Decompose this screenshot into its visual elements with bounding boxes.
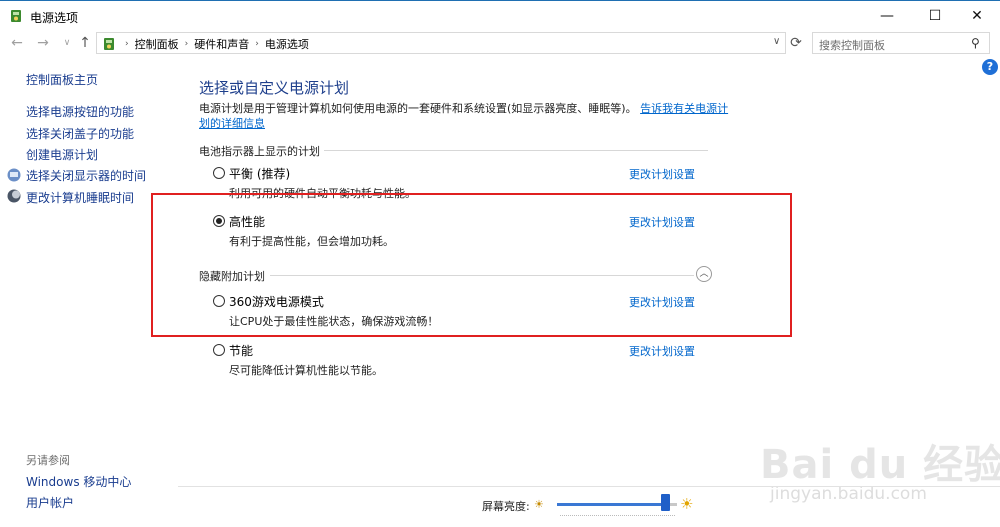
back-button[interactable]: ← (8, 33, 26, 53)
breadcrumb-separator-icon[interactable]: › (255, 39, 259, 49)
arrow-right-icon: → (37, 35, 49, 51)
brightness-slider-fill (557, 503, 665, 506)
window-title: 电源选项 (30, 11, 79, 25)
see-also-title: 另请参阅 (26, 454, 70, 467)
close-button[interactable]: ✕ (954, 1, 1000, 30)
sidebar-item-display-off[interactable]: 选择关闭显示器的时间 (26, 167, 146, 184)
watermark-logo: Bai du 经验 (760, 442, 1000, 488)
page-title: 选择或自定义电源计划 (199, 79, 350, 97)
plan-power-saver-desc: 尽可能降低计算机性能以节能。 (229, 364, 383, 377)
breadcrumb: › 控制面板 › 硬件和声音 › 电源选项 (119, 36, 309, 52)
recent-locations-button[interactable]: ∨ (58, 33, 76, 53)
maximize-button[interactable]: ☐ (912, 1, 958, 30)
up-button[interactable]: ↑ (76, 33, 94, 53)
navigation-bar: ← → ∨ ↑ › 控制面板 › 硬件和声音 › 电源选项 ∨ ⟳ 搜索控制面板… (0, 30, 1000, 56)
brightness-slider-thumb[interactable] (661, 494, 670, 511)
plan-power-saver-name[interactable]: 节能 (229, 342, 253, 359)
plan-power-saver-settings-link[interactable]: 更改计划设置 (629, 343, 695, 359)
brightness-slider[interactable] (557, 503, 677, 506)
address-dropdown-icon[interactable]: ∨ (773, 36, 780, 47)
help-icon: ? (986, 60, 994, 73)
breadcrumb-separator-icon: › (125, 39, 129, 49)
search-input[interactable]: 搜索控制面板 ⚲ (812, 32, 990, 54)
forward-button[interactable]: → (34, 33, 52, 53)
sidebar-item-mobility-center[interactable]: Windows 移动中心 (26, 473, 131, 490)
brightness-label: 屏幕亮度: (482, 500, 530, 513)
chevron-down-icon: ∨ (63, 38, 71, 48)
watermark-url: jingyan.baidu.com (770, 484, 927, 504)
sidebar-home-link[interactable]: 控制面板主页 (26, 71, 98, 88)
search-placeholder: 搜索控制面板 (819, 39, 885, 52)
maximize-icon: ☐ (928, 7, 942, 24)
brightness-high-icon: ☀ (680, 495, 694, 513)
sidebar-item-create-plan[interactable]: 创建电源计划 (26, 146, 98, 163)
description-text: 电源计划是用于管理计算机如何使用电源的一套硬件和系统设置(如显示器亮度、睡眠等)… (199, 102, 637, 115)
breadcrumb-power-options[interactable]: 电源选项 (265, 36, 309, 52)
plan-power-saver-radio[interactable] (213, 344, 225, 356)
refresh-button[interactable]: ⟳ (788, 34, 804, 52)
brightness-ticks (560, 515, 675, 519)
sidebar-item-user-accounts[interactable]: 用户帐户 (26, 494, 74, 511)
plan-balanced-radio[interactable] (213, 167, 225, 179)
refresh-icon: ⟳ (790, 35, 802, 51)
arrow-left-icon: ← (11, 35, 23, 51)
sleep-moon-icon (7, 189, 21, 203)
help-button[interactable]: ? (982, 59, 998, 75)
power-options-icon (11, 10, 21, 22)
page-description: 电源计划是用于管理计算机如何使用电源的一套硬件和系统设置(如显示器亮度、睡眠等)… (199, 101, 729, 131)
brightness-low-icon: ☀ (534, 498, 544, 511)
group-divider (324, 150, 708, 151)
search-icon[interactable]: ⚲ (971, 36, 980, 50)
address-bar[interactable]: › 控制面板 › 硬件和声音 › 电源选项 ∨ (96, 32, 786, 54)
plan-balanced-name[interactable]: 平衡 (推荐) (229, 165, 290, 182)
minimize-button[interactable]: — (864, 1, 910, 30)
battery-plans-heading: 电池指示器上显示的计划 (199, 145, 320, 158)
breadcrumb-control-panel[interactable]: 控制面板 (135, 36, 179, 52)
close-icon: ✕ (971, 7, 983, 24)
sidebar-item-lid[interactable]: 选择关闭盖子的功能 (26, 125, 134, 142)
breadcrumb-separator-icon[interactable]: › (185, 39, 189, 49)
title-bar: 电源选项 — ☐ ✕ (0, 0, 1000, 30)
highlight-box (151, 193, 792, 337)
sidebar-item-power-buttons[interactable]: 选择电源按钮的功能 (26, 103, 134, 120)
footer-divider (178, 486, 1000, 487)
plan-balanced-settings-link[interactable]: 更改计划设置 (629, 166, 695, 182)
arrow-up-icon: ↑ (79, 35, 91, 51)
control-panel-icon (104, 38, 114, 50)
display-shield-icon (7, 168, 21, 182)
breadcrumb-hardware-sound[interactable]: 硬件和声音 (194, 36, 249, 52)
sidebar-item-sleep[interactable]: 更改计算机睡眠时间 (26, 189, 134, 206)
minimize-icon: — (880, 7, 894, 24)
